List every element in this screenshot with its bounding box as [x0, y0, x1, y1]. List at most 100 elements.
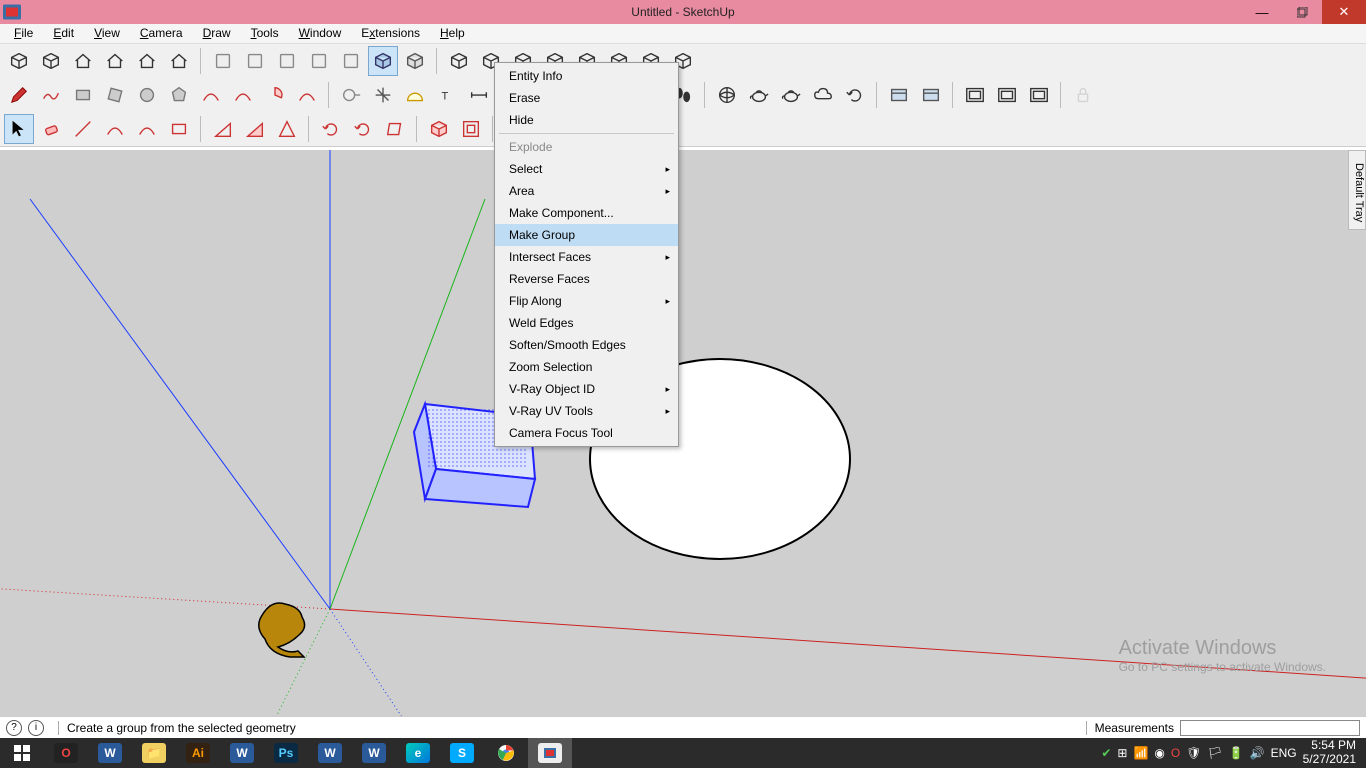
- menu-view[interactable]: View: [84, 24, 130, 43]
- tray-lang[interactable]: ENG: [1271, 746, 1297, 760]
- pie-button[interactable]: [260, 80, 290, 110]
- sheet2-button[interactable]: [240, 46, 270, 76]
- cube2-button[interactable]: [400, 46, 430, 76]
- measurements-input[interactable]: [1180, 720, 1360, 736]
- refresh-button[interactable]: [840, 80, 870, 110]
- ctx-zoom-selection[interactable]: Zoom Selection: [495, 356, 678, 378]
- tray-dell-icon[interactable]: ◉: [1154, 746, 1164, 760]
- circle-button[interactable]: [132, 80, 162, 110]
- protractor-button[interactable]: [400, 80, 430, 110]
- text-button[interactable]: T: [432, 80, 462, 110]
- win1-button[interactable]: [960, 80, 990, 110]
- ctx-entity-info[interactable]: Entity Info: [495, 65, 678, 87]
- task-edge[interactable]: e: [396, 738, 440, 768]
- rect-button[interactable]: [68, 80, 98, 110]
- win3-button[interactable]: [1024, 80, 1054, 110]
- rotate-button[interactable]: [316, 114, 346, 144]
- task-opera[interactable]: O: [44, 738, 88, 768]
- axes-button[interactable]: [368, 80, 398, 110]
- ctx-v-ray-uv-tools[interactable]: V-Ray UV Tools: [495, 400, 678, 422]
- ctx-area[interactable]: Area: [495, 180, 678, 202]
- panel1-button[interactable]: [884, 80, 914, 110]
- menu-extensions[interactable]: Extensions: [351, 24, 430, 43]
- tray-battery-icon[interactable]: 🔋: [1229, 746, 1244, 760]
- rect-red-button[interactable]: [164, 114, 194, 144]
- tray-shield-icon[interactable]: 🛡: [1186, 746, 1201, 760]
- menu-window[interactable]: Window: [289, 24, 352, 43]
- status-info-icon[interactable]: i: [28, 720, 44, 736]
- push-red-button[interactable]: [424, 114, 454, 144]
- v-sphere-button[interactable]: [712, 80, 742, 110]
- close-button[interactable]: ✕: [1322, 0, 1366, 24]
- arc3-button[interactable]: [292, 80, 322, 110]
- arc-fill-red-button[interactable]: [132, 114, 162, 144]
- house-button[interactable]: [68, 46, 98, 76]
- ctx-erase[interactable]: Erase: [495, 87, 678, 109]
- task-word-3[interactable]: W: [308, 738, 352, 768]
- box-a-button[interactable]: [444, 46, 474, 76]
- line-red-button[interactable]: [68, 114, 98, 144]
- menu-file[interactable]: File: [4, 24, 43, 43]
- rot-rect-button[interactable]: [100, 80, 130, 110]
- tray-volume-icon[interactable]: 🔊: [1250, 746, 1265, 760]
- teapot-shadow-button[interactable]: [776, 80, 806, 110]
- arc-red-button[interactable]: [100, 114, 130, 144]
- task-word-active[interactable]: W: [352, 738, 396, 768]
- lock-button[interactable]: [1068, 80, 1098, 110]
- polygon-button[interactable]: [164, 80, 194, 110]
- tray-wifi-icon[interactable]: 📶: [1133, 746, 1148, 760]
- sheet1-button[interactable]: [208, 46, 238, 76]
- select-button[interactable]: [4, 114, 34, 144]
- status-help-icon[interactable]: ?: [6, 720, 22, 736]
- triangle-red-button[interactable]: [272, 114, 302, 144]
- box-open-button[interactable]: [4, 46, 34, 76]
- tin-red-button[interactable]: [208, 114, 238, 144]
- cube-hl-button[interactable]: [368, 46, 398, 76]
- ctx-make-group[interactable]: Make Group: [495, 224, 678, 246]
- cloud-button[interactable]: [808, 80, 838, 110]
- house-wire-button[interactable]: [164, 46, 194, 76]
- start-button[interactable]: [0, 738, 44, 768]
- offset-red-button[interactable]: [456, 114, 486, 144]
- maximize-button[interactable]: [1282, 0, 1322, 24]
- rotate-alt-button[interactable]: [348, 114, 378, 144]
- freehand-button[interactable]: [36, 80, 66, 110]
- ctx-weld-edges[interactable]: Weld Edges: [495, 312, 678, 334]
- ctx-v-ray-object-id[interactable]: V-Ray Object ID: [495, 378, 678, 400]
- box-button[interactable]: [36, 46, 66, 76]
- viewport[interactable]: Activate Windows Go to PC settings to ac…: [0, 150, 1366, 728]
- default-tray-handle[interactable]: Default Tray: [1348, 150, 1366, 230]
- task-chrome[interactable]: [484, 738, 528, 768]
- sheet3-button[interactable]: [272, 46, 302, 76]
- arc-button[interactable]: [196, 80, 226, 110]
- task-photoshop[interactable]: Ps: [264, 738, 308, 768]
- arc2-button[interactable]: [228, 80, 258, 110]
- house-open-button[interactable]: [100, 46, 130, 76]
- panel2-button[interactable]: [916, 80, 946, 110]
- tray-check-icon[interactable]: ✔: [1101, 746, 1111, 760]
- task-word-2[interactable]: W: [220, 738, 264, 768]
- ctx-soften-smooth-edges[interactable]: Soften/Smooth Edges: [495, 334, 678, 356]
- tray-opera-icon[interactable]: O: [1171, 746, 1180, 760]
- tray-clock[interactable]: 5:54 PM 5/27/2021: [1303, 739, 1356, 767]
- dim-button[interactable]: [464, 80, 494, 110]
- ctx-hide[interactable]: Hide: [495, 109, 678, 131]
- task-word-1[interactable]: W: [88, 738, 132, 768]
- ctx-make-component[interactable]: Make Component...: [495, 202, 678, 224]
- ctx-camera-focus-tool[interactable]: Camera Focus Tool: [495, 422, 678, 444]
- task-skype[interactable]: S: [440, 738, 484, 768]
- house-outline-button[interactable]: [132, 46, 162, 76]
- tray-network-icon[interactable]: ⊞: [1117, 746, 1127, 760]
- sheet4-button[interactable]: [304, 46, 334, 76]
- minimize-button[interactable]: —: [1242, 0, 1282, 24]
- ctx-select[interactable]: Select: [495, 158, 678, 180]
- skew-button[interactable]: [380, 114, 410, 144]
- menu-camera[interactable]: Camera: [130, 24, 193, 43]
- sheet5-button[interactable]: [336, 46, 366, 76]
- ctx-flip-along[interactable]: Flip Along: [495, 290, 678, 312]
- tape-button[interactable]: [336, 80, 366, 110]
- eraser-red-button[interactable]: [36, 114, 66, 144]
- task-sketchup[interactable]: [528, 738, 572, 768]
- win2-button[interactable]: [992, 80, 1022, 110]
- tray-flag-icon[interactable]: 🏳: [1207, 746, 1222, 760]
